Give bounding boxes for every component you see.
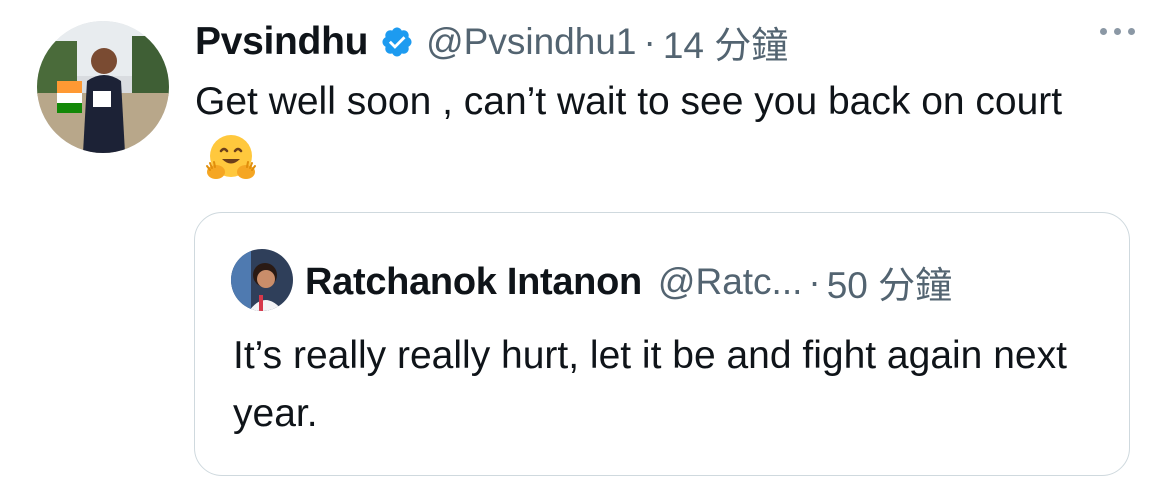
quoted-author-display-name[interactable]: Ratchanok Intanon: [305, 261, 642, 304]
quoted-tweet-text: It’s really really hurt, let it be and f…: [233, 334, 1067, 435]
author-display-name[interactable]: Pvsindhu: [195, 20, 368, 64]
author-avatar[interactable]: [37, 21, 169, 153]
quoted-author-handle[interactable]: @Ratc...: [658, 261, 802, 303]
quoted-tweet-card[interactable]: Ratchanok Intanon @Ratc... · 50 分鐘 It’s …: [194, 212, 1130, 476]
profile-photo: [37, 21, 169, 153]
quoted-tweet-timestamp[interactable]: 50 分鐘: [827, 255, 952, 309]
separator-dot: ·: [643, 21, 656, 62]
author-handle[interactable]: @Pvsindhu1: [426, 21, 636, 63]
tweet-header: Pvsindhu @Pvsindhu1 · 14 分鐘: [195, 14, 788, 70]
quoted-tweet-header: Ratchanok Intanon @Ratc... · 50 分鐘: [305, 253, 952, 311]
verified-badge-icon[interactable]: [380, 25, 414, 59]
tweet-body: Get well soon , can’t wait to see you ba…: [195, 74, 1115, 202]
more-options-icon[interactable]: [1100, 28, 1135, 35]
hugging-face-emoji-icon: [203, 130, 259, 202]
tweet-text: Get well soon , can’t wait to see you ba…: [195, 80, 1063, 123]
tweet-timestamp[interactable]: 14 分鐘: [663, 15, 788, 69]
quoted-separator-dot: ·: [808, 261, 821, 302]
quoted-profile-photo: [231, 249, 293, 311]
quoted-author-avatar[interactable]: [231, 249, 293, 311]
